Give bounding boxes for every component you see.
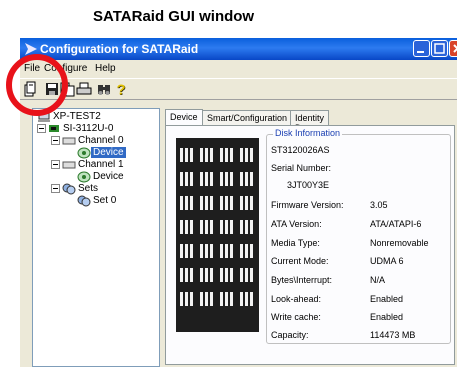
title-bar[interactable]: Configuration for SATARaid	[20, 38, 457, 60]
tree-node-device-selected[interactable]: Device	[91, 147, 126, 158]
figure-caption: SATARaid GUI window	[93, 8, 255, 25]
tree-node-root[interactable]: XP-TEST2	[53, 111, 101, 122]
collapse-icon[interactable]	[51, 184, 60, 193]
disk-information-legend: Disk Information	[273, 128, 343, 138]
tab-identity-data[interactable]: Identity Data	[290, 110, 330, 133]
collapse-icon[interactable]	[51, 160, 60, 169]
media-type-label: Media Type:	[271, 238, 320, 248]
write-cache-value: Enabled	[370, 312, 404, 322]
highlight-circle-annotation	[6, 54, 68, 116]
tree-node-set-0[interactable]: Set 0	[93, 195, 116, 206]
help-icon[interactable]: ? ?	[114, 81, 130, 98]
sets-icon	[62, 183, 76, 195]
menu-bar: File Configure Help	[20, 60, 457, 77]
print-icon[interactable]	[76, 81, 92, 97]
tree-node-sets[interactable]: Sets	[78, 183, 98, 194]
configuration-window: Configuration for SATARaid File Configur…	[20, 38, 457, 367]
minimize-button[interactable]	[413, 40, 430, 57]
firmware-version-value: 3.05	[370, 200, 388, 210]
channel-icon	[62, 137, 76, 145]
look-ahead-label: Look-ahead:	[271, 294, 322, 304]
tab-smart-configuration[interactable]: Smart/Configuration	[202, 110, 293, 125]
serial-number-label: Serial Number:	[271, 163, 332, 173]
menu-help[interactable]: Help	[95, 63, 116, 74]
ata-version-label: ATA Version:	[271, 219, 322, 229]
tree-node-controller[interactable]: SI-3112U-0	[63, 123, 113, 134]
minimize-icon	[417, 51, 424, 53]
collapse-icon[interactable]	[51, 136, 60, 145]
firmware-version-label: Firmware Version:	[271, 200, 344, 210]
binoculars-icon[interactable]	[96, 81, 112, 97]
tree-node-channel-1[interactable]: Channel 1	[78, 159, 124, 170]
current-mode-value: UDMA 6	[370, 256, 404, 266]
media-type-value: Nonremovable	[370, 238, 429, 248]
serial-number-value: 3JT00Y3E	[287, 180, 330, 190]
bytes-interrupt-label: Bytes\Interrupt:	[271, 275, 333, 285]
write-cache-label: Write cache:	[271, 312, 321, 322]
disk-device-icon	[77, 147, 91, 159]
maximize-icon	[434, 43, 445, 54]
disk-device-icon	[77, 171, 91, 183]
tree-node-channel-0[interactable]: Channel 0	[78, 135, 124, 146]
capacity-label: Capacity:	[271, 330, 309, 340]
tree-node-device[interactable]: Device	[93, 171, 124, 182]
close-button[interactable]	[449, 40, 457, 57]
maximize-button[interactable]	[431, 40, 448, 57]
current-mode-label: Current Mode:	[271, 256, 329, 266]
channel-icon	[62, 161, 76, 169]
disk-model: ST3120026AS	[271, 145, 330, 155]
collapse-icon[interactable]	[37, 124, 46, 133]
svg-text:?: ?	[117, 82, 126, 98]
capacity-value: 114473 MB	[370, 330, 416, 340]
ata-version-value: ATA/ATAPI-6	[370, 219, 422, 229]
tab-device[interactable]: Device	[165, 109, 203, 126]
disk-drive-image	[176, 138, 259, 332]
look-ahead-value: Enabled	[370, 294, 404, 304]
toolbar: ? ?	[20, 78, 457, 100]
device-tree[interactable]: XP-TEST2 SI-3112U-0 Channel 0 Device Cha…	[32, 108, 160, 367]
bytes-interrupt-value: N/A	[370, 275, 386, 285]
device-panel: Disk Information ST3120026AS Serial Numb…	[165, 125, 455, 365]
controller-icon	[49, 125, 59, 132]
disk-information-group: Disk Information ST3120026AS Serial Numb…	[266, 128, 451, 344]
window-title: Configuration for SATARaid	[40, 42, 199, 56]
set-icon	[77, 195, 91, 207]
close-icon	[453, 44, 457, 53]
